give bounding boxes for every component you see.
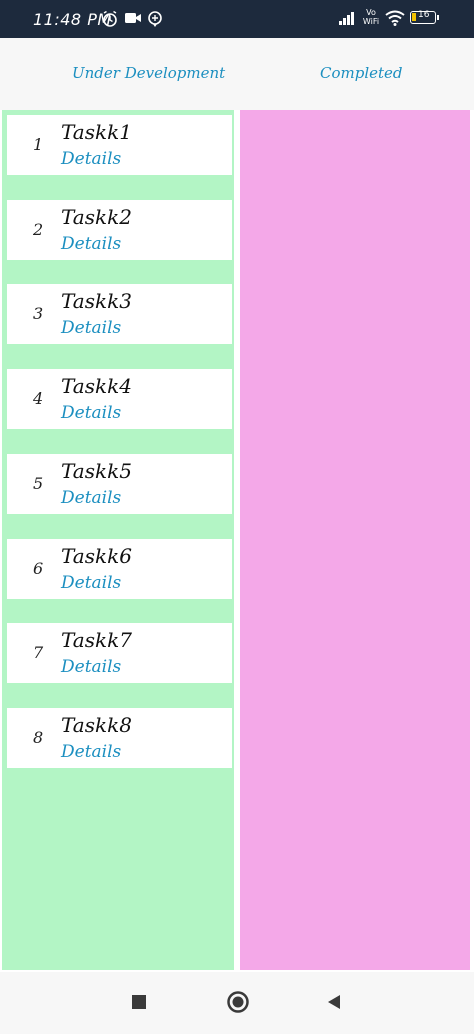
task-details-link[interactable]: Details xyxy=(61,403,121,423)
task-title: Taskk6 xyxy=(61,543,132,568)
vowifi-icon: Vo WiFi xyxy=(362,8,380,26)
task-details-link[interactable]: Details xyxy=(61,657,121,677)
task-title: Taskk2 xyxy=(61,204,132,229)
back-icon[interactable] xyxy=(325,993,343,1011)
task-details-link[interactable]: Details xyxy=(61,742,121,762)
task-title: Taskk8 xyxy=(61,712,132,737)
task-title: Taskk5 xyxy=(61,458,132,483)
task-number: 5 xyxy=(33,473,44,493)
task-number: 4 xyxy=(33,389,44,409)
wifi-icon xyxy=(385,10,405,26)
task-details-link[interactable]: Details xyxy=(61,573,121,593)
board-header: Under Development Completed xyxy=(0,38,474,110)
lane-under-development[interactable]: 1 Taskk1 Details 2 Taskk2 Details 3 Taskk3 Detai… xyxy=(2,110,234,970)
signal-icon xyxy=(339,12,354,25)
task-number: 2 xyxy=(33,219,44,239)
task-card[interactable]: 7 Taskk7 Details xyxy=(7,623,232,684)
task-card[interactable]: 1 Taskk1 Details xyxy=(7,115,232,175)
task-card[interactable]: 8 Taskk8 Details xyxy=(7,707,232,768)
task-card[interactable]: 3 Taskk3 Details xyxy=(7,284,232,345)
task-details-link[interactable]: Details xyxy=(61,488,121,508)
recent-apps-icon[interactable] xyxy=(130,993,148,1011)
task-title: Taskk1 xyxy=(61,120,132,144)
task-title: Taskk7 xyxy=(61,628,132,653)
status-time: 11:48 PM xyxy=(33,10,112,29)
status-bar: 11:48 PM Vo WiFi 16 xyxy=(0,0,474,38)
task-card[interactable]: 6 Taskk6 Details xyxy=(7,538,232,599)
task-details-link[interactable]: Details xyxy=(61,149,121,169)
navigation-bar xyxy=(0,972,474,1034)
task-number: 7 xyxy=(33,643,44,663)
task-number: 8 xyxy=(33,727,44,747)
lane-completed[interactable] xyxy=(240,110,470,970)
battery-level: 16 xyxy=(418,10,430,20)
task-details-link[interactable]: Details xyxy=(61,234,121,254)
task-number: 1 xyxy=(33,135,44,154)
task-title: Taskk4 xyxy=(61,374,132,399)
home-icon[interactable] xyxy=(226,990,250,1014)
column-title-under-development: Under Development xyxy=(72,64,226,82)
task-number: 3 xyxy=(33,304,44,324)
task-details-link[interactable]: Details xyxy=(61,318,121,338)
task-number: 6 xyxy=(33,558,44,578)
task-title: Taskk3 xyxy=(61,289,132,314)
task-card[interactable]: 4 Taskk4 Details xyxy=(7,369,232,430)
battery-tip xyxy=(437,15,439,20)
task-card[interactable]: 2 Taskk2 Details xyxy=(7,199,232,260)
video-icon xyxy=(125,13,141,23)
column-title-completed: Completed xyxy=(320,64,403,82)
location-icon xyxy=(148,11,162,27)
task-card[interactable]: 5 Taskk5 Details xyxy=(7,453,232,514)
battery-icon: 16 xyxy=(410,10,436,24)
alarm-icon xyxy=(103,10,117,27)
